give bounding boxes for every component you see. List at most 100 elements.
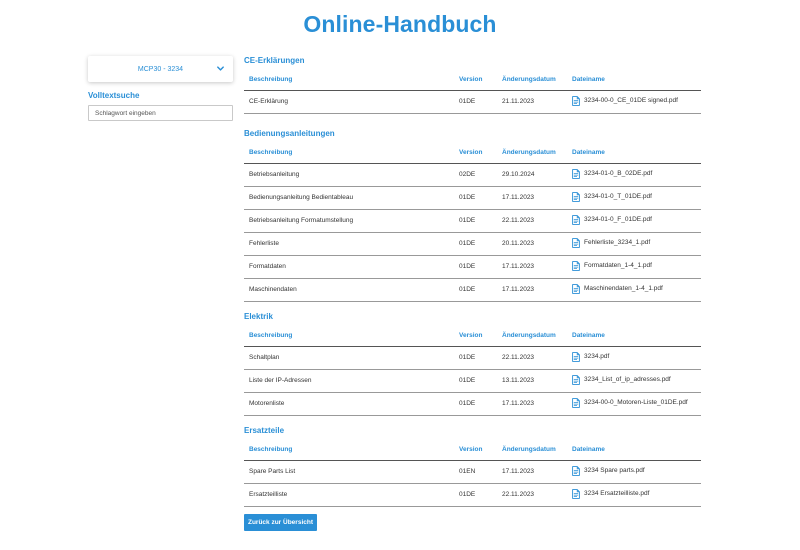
pdf-file-icon xyxy=(572,397,580,408)
cell-version: 01DE xyxy=(454,186,497,210)
column-header-date: Änderungsdatum xyxy=(497,70,567,91)
cell-filename: 3234 Spare parts.pdf xyxy=(567,460,701,484)
column-header-description: Beschreibung xyxy=(244,440,454,461)
cell-description: Fehlerliste xyxy=(244,232,454,256)
cell-description: Schaltplan xyxy=(244,346,454,370)
file-download-link[interactable]: Formatdaten_1-4_1.pdf xyxy=(572,260,652,271)
pdf-file-icon xyxy=(572,488,580,499)
pdf-file-icon xyxy=(572,168,580,179)
file-download-link[interactable]: 3234-01-0_B_02DE.pdf xyxy=(572,168,653,179)
table-header-row: Beschreibung Version Änderungsdatum Dateina… xyxy=(244,70,701,91)
pdf-file-icon xyxy=(572,465,580,476)
column-header-description: Beschreibung xyxy=(244,70,454,91)
column-header-filename: Dateiname xyxy=(567,70,701,91)
cell-version: 01DE xyxy=(454,232,497,256)
machine-select-value: MCP30 - 3234 xyxy=(137,65,184,73)
column-header-date: Änderungsdatum xyxy=(497,143,567,164)
section-ersatzteile: Ersatzteile Beschreibung Version Änderungsd… xyxy=(244,426,701,507)
cell-description: Motorenliste xyxy=(244,392,454,416)
column-header-version: Version xyxy=(454,440,497,461)
table-row: Betriebsanleitung Formatumstellung 01DE 22… xyxy=(244,209,701,233)
file-name: Maschinendaten_1-4_1.pdf xyxy=(584,285,663,292)
file-download-link[interactable]: Fehlerliste_3234_1.pdf xyxy=(572,237,650,248)
cell-date: 17.11.2023 xyxy=(497,255,567,279)
file-name: 3234-01-0_F_01DE.pdf xyxy=(584,216,652,223)
cell-description: Ersatzteilliste xyxy=(244,483,454,507)
file-download-link[interactable]: 3234-00-0_CE_01DE signed.pdf xyxy=(572,95,678,106)
back-to-overview-button[interactable]: Zurück zur Übersicht xyxy=(244,514,317,531)
cell-filename: 3234-00-0_CE_01DE signed.pdf xyxy=(567,90,701,114)
cell-description: Betriebsanleitung Formatumstellung xyxy=(244,209,454,233)
table-row: Bedienungsanleitung Bedientableau 01DE 17.… xyxy=(244,186,701,210)
cell-date: 17.11.2023 xyxy=(497,460,567,484)
section-bedienungsanleitungen: Bedienungsanleitungen Beschreibung Version… xyxy=(244,129,701,312)
section-title: CE-Erklärungen xyxy=(244,56,305,65)
file-download-link[interactable]: 3234-00-0_Motoren-Liste_01DE.pdf xyxy=(572,397,688,408)
file-name: 3234 Ersatzteilliste.pdf xyxy=(584,490,650,497)
file-download-link[interactable]: 3234-01-0_F_01DE.pdf xyxy=(572,214,652,225)
file-name: 3234 Spare parts.pdf xyxy=(584,467,645,474)
table-header-row: Beschreibung Version Änderungsdatum Dateina… xyxy=(244,326,701,347)
cell-date: 17.11.2023 xyxy=(497,186,567,210)
file-name: 3234_List_of_ip_adresses.pdf xyxy=(584,376,671,383)
file-name: 3234.pdf xyxy=(584,353,610,360)
table-row: Schaltplan 01DE 22.11.2023 3234.pdf xyxy=(244,346,701,370)
column-header-filename: Dateiname xyxy=(567,440,701,461)
section-title: Bedienungsanleitungen xyxy=(244,129,335,138)
table-row: Ersatzteilliste 01DE 22.11.2023 3234 Ersatz… xyxy=(244,483,701,507)
file-download-link[interactable]: 3234-01-0_T_01DE.pdf xyxy=(572,191,652,202)
cell-filename: Formatdaten_1-4_1.pdf xyxy=(567,255,701,279)
cell-filename: 3234-01-0_B_02DE.pdf xyxy=(567,163,701,187)
cell-version: 01DE xyxy=(454,346,497,370)
documents-table: Beschreibung Version Änderungsdatum Dateina… xyxy=(244,143,701,302)
cell-version: 01DE xyxy=(454,209,497,233)
cell-date: 13.11.2023 xyxy=(497,369,567,393)
table-row: Maschinendaten 01DE 17.11.2023 Maschinendat… xyxy=(244,278,701,302)
cell-filename: 3234_List_of_ip_adresses.pdf xyxy=(567,369,701,393)
section-title: Elektrik xyxy=(244,312,273,321)
pdf-file-icon xyxy=(572,283,580,294)
cell-version: 02DE xyxy=(454,163,497,187)
cell-filename: 3234-00-0_Motoren-Liste_01DE.pdf xyxy=(567,392,701,416)
cell-description: Bedienungsanleitung Bedientableau xyxy=(244,186,454,210)
document-sections: CE-Erklärungen Beschreibung Version Änderun… xyxy=(244,56,701,507)
documents-table: Beschreibung Version Änderungsdatum Dateina… xyxy=(244,326,701,416)
cell-version: 01EN xyxy=(454,460,497,484)
column-header-filename: Dateiname xyxy=(567,143,701,164)
section-ce-erklaerungen: CE-Erklärungen Beschreibung Version Änderun… xyxy=(244,56,701,129)
pdf-file-icon xyxy=(572,237,580,248)
cell-version: 01DE xyxy=(454,90,497,114)
column-header-version: Version xyxy=(454,70,497,91)
file-download-link[interactable]: 3234.pdf xyxy=(572,351,610,362)
file-download-link[interactable]: 3234_List_of_ip_adresses.pdf xyxy=(572,374,671,385)
machine-select[interactable]: MCP30 - 3234 xyxy=(88,56,233,82)
column-header-version: Version xyxy=(454,143,497,164)
documents-table: Beschreibung Version Änderungsdatum Dateina… xyxy=(244,440,701,507)
search-input[interactable] xyxy=(88,105,233,121)
cell-date: 22.11.2023 xyxy=(497,483,567,507)
column-header-description: Beschreibung xyxy=(244,326,454,347)
table-row: Motorenliste 01DE 17.11.2023 3234-00-0_Moto… xyxy=(244,392,701,416)
cell-description: Betriebsanleitung xyxy=(244,163,454,187)
cell-description: Spare Parts List xyxy=(244,460,454,484)
file-download-link[interactable]: Maschinendaten_1-4_1.pdf xyxy=(572,283,663,294)
cell-filename: Maschinendaten_1-4_1.pdf xyxy=(567,278,701,302)
cell-description: Formatdaten xyxy=(244,255,454,279)
cell-version: 01DE xyxy=(454,392,497,416)
file-download-link[interactable]: 3234 Spare parts.pdf xyxy=(572,465,645,476)
pdf-file-icon xyxy=(572,191,580,202)
file-name: 3234-00-0_Motoren-Liste_01DE.pdf xyxy=(584,399,688,406)
table-row: CE-Erklärung 01DE 21.11.2023 3234-00-0_CE_0… xyxy=(244,90,701,114)
cell-filename: 3234-01-0_F_01DE.pdf xyxy=(567,209,701,233)
table-row: Betriebsanleitung 02DE 29.10.2024 3234-01-0… xyxy=(244,163,701,187)
documents-table: Beschreibung Version Änderungsdatum Dateina… xyxy=(244,70,701,114)
file-name: 3234-01-0_B_02DE.pdf xyxy=(584,170,653,177)
cell-date: 22.11.2023 xyxy=(497,209,567,233)
column-header-date: Änderungsdatum xyxy=(497,326,567,347)
file-download-link[interactable]: 3234 Ersatzteilliste.pdf xyxy=(572,488,650,499)
fulltext-search-label: Volltextsuche xyxy=(88,91,140,100)
column-header-filename: Dateiname xyxy=(567,326,701,347)
table-row: Liste der IP-Adressen 01DE 13.11.2023 3234_… xyxy=(244,369,701,393)
cell-version: 01DE xyxy=(454,278,497,302)
cell-description: Liste der IP-Adressen xyxy=(244,369,454,393)
